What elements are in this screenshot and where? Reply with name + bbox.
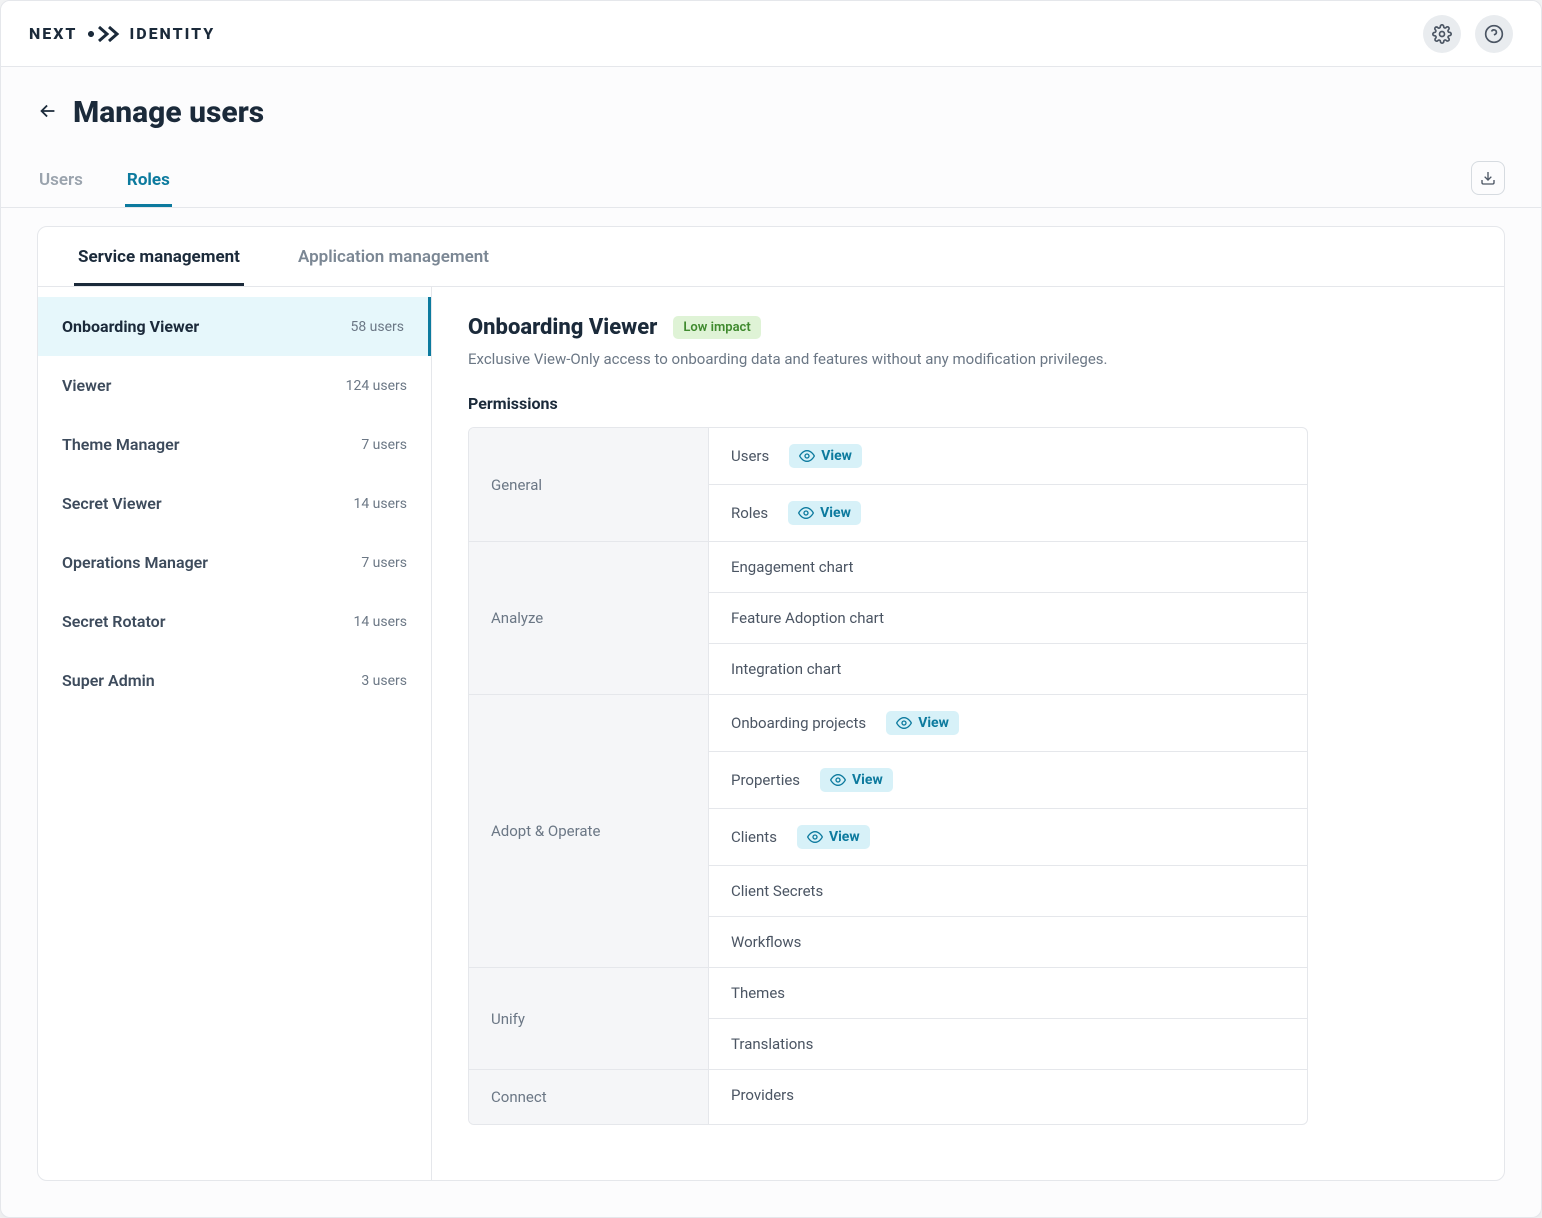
- role-item[interactable]: Super Admin 3 users: [38, 651, 431, 710]
- export-button[interactable]: [1471, 161, 1505, 195]
- role-item-name: Secret Viewer: [62, 494, 162, 513]
- download-icon: [1480, 170, 1496, 186]
- tab-service-management[interactable]: Service management: [74, 227, 244, 286]
- permission-row: Roles View: [709, 484, 1307, 541]
- settings-button[interactable]: [1423, 15, 1461, 53]
- permission-label: Translations: [731, 1035, 813, 1053]
- permission-label: Onboarding projects: [731, 714, 866, 732]
- eye-icon: [830, 772, 846, 788]
- role-item-name: Theme Manager: [62, 435, 179, 454]
- role-item-count: 7 users: [361, 437, 407, 453]
- permissions-table: General Users View Roles View Analyze Engageme…: [468, 427, 1308, 1125]
- gear-icon: [1432, 24, 1452, 44]
- tab-application-management[interactable]: Application management: [294, 227, 493, 286]
- role-item-name: Super Admin: [62, 671, 155, 690]
- role-item[interactable]: Secret Viewer 14 users: [38, 474, 431, 533]
- role-item-count: 14 users: [353, 614, 407, 630]
- view-badge-label: View: [829, 829, 860, 845]
- permission-row: Translations: [709, 1018, 1307, 1069]
- role-item[interactable]: Onboarding Viewer 58 users: [38, 297, 431, 356]
- permission-row: Onboarding projects View: [709, 695, 1307, 751]
- view-badge-label: View: [820, 505, 851, 521]
- role-item-name: Viewer: [62, 376, 111, 395]
- permission-group-name: Adopt & Operate: [469, 695, 709, 967]
- role-detail-description: Exclusive View-Only access to onboarding…: [468, 350, 1468, 368]
- brand-left: NEXT: [29, 24, 77, 43]
- permission-label: Clients: [731, 828, 777, 846]
- view-badge: View: [789, 444, 862, 468]
- role-item-name: Onboarding Viewer: [62, 317, 199, 336]
- permission-row: Users View: [709, 428, 1307, 484]
- tab-roles[interactable]: Roles: [125, 156, 172, 207]
- brand-logo: NEXT IDENTITY: [29, 24, 215, 44]
- role-item[interactable]: Operations Manager 7 users: [38, 533, 431, 592]
- permission-label: Providers: [731, 1086, 794, 1104]
- back-button[interactable]: [37, 100, 59, 126]
- view-badge: View: [797, 825, 870, 849]
- impact-badge: Low impact: [673, 316, 760, 339]
- view-badge-label: View: [821, 448, 852, 464]
- permission-label: Client Secrets: [731, 882, 823, 900]
- permission-row: Engagement chart: [709, 542, 1307, 592]
- eye-icon: [807, 829, 823, 845]
- permission-group-name: Connect: [469, 1070, 709, 1124]
- eye-icon: [799, 448, 815, 464]
- arrow-left-icon: [37, 100, 59, 122]
- permission-group: General Users View Roles View: [469, 428, 1307, 541]
- permissions-heading: Permissions: [468, 394, 1468, 413]
- permission-label: Workflows: [731, 933, 801, 951]
- secondary-tabs: Service management Application managemen…: [38, 227, 1504, 287]
- role-item-name: Secret Rotator: [62, 612, 165, 631]
- view-badge: View: [886, 711, 959, 735]
- role-item-count: 124 users: [346, 378, 407, 394]
- permission-label: Integration chart: [731, 660, 841, 678]
- permission-label: Themes: [731, 984, 785, 1002]
- permission-group-name: Analyze: [469, 542, 709, 694]
- tab-users[interactable]: Users: [37, 156, 85, 207]
- eye-icon: [896, 715, 912, 731]
- role-item-count: 3 users: [361, 673, 407, 689]
- role-item-count: 14 users: [353, 496, 407, 512]
- permission-row: Client Secrets: [709, 865, 1307, 916]
- eye-icon: [798, 505, 814, 521]
- permission-group: Connect Providers: [469, 1069, 1307, 1124]
- role-item[interactable]: Secret Rotator 14 users: [38, 592, 431, 651]
- permission-row: Feature Adoption chart: [709, 592, 1307, 643]
- role-detail-title: Onboarding Viewer: [468, 315, 657, 340]
- permission-label: Engagement chart: [731, 558, 853, 576]
- view-badge-label: View: [918, 715, 949, 731]
- role-item-count: 7 users: [361, 555, 407, 571]
- brand-right: IDENTITY: [129, 24, 215, 43]
- role-detail: Onboarding Viewer Low impact Exclusive V…: [432, 287, 1504, 1180]
- page-title: Manage users: [73, 95, 264, 130]
- permission-row: Clients View: [709, 808, 1307, 865]
- role-item[interactable]: Theme Manager 7 users: [38, 415, 431, 474]
- permission-row: Themes: [709, 968, 1307, 1018]
- primary-tabs: Users Roles: [37, 156, 172, 207]
- permission-label: Properties: [731, 771, 800, 789]
- permission-group-name: Unify: [469, 968, 709, 1069]
- permission-label: Users: [731, 447, 769, 465]
- permission-label: Feature Adoption chart: [731, 609, 884, 627]
- role-list: Onboarding Viewer 58 users Viewer 124 users…: [38, 287, 432, 1180]
- permission-group: Analyze Engagement chart Feature Adoption …: [469, 541, 1307, 694]
- permission-row: Workflows: [709, 916, 1307, 967]
- permission-row: Properties View: [709, 751, 1307, 808]
- help-icon: [1484, 24, 1504, 44]
- role-item[interactable]: Viewer 124 users: [38, 356, 431, 415]
- role-item-count: 58 users: [350, 319, 404, 335]
- permission-group: Unify Themes Translations: [469, 967, 1307, 1069]
- help-button[interactable]: [1475, 15, 1513, 53]
- permission-row: Providers: [709, 1070, 1307, 1120]
- view-badge: View: [788, 501, 861, 525]
- permission-group: Adopt & OperateOnboarding projectsViewPr…: [469, 694, 1307, 967]
- brand-chevrons-icon: [85, 24, 121, 44]
- role-item-name: Operations Manager: [62, 553, 208, 572]
- permission-group-name: General: [469, 428, 709, 541]
- permission-label: Roles: [731, 504, 768, 522]
- permission-row: Integration chart: [709, 643, 1307, 694]
- view-badge-label: View: [852, 772, 883, 788]
- view-badge: View: [820, 768, 893, 792]
